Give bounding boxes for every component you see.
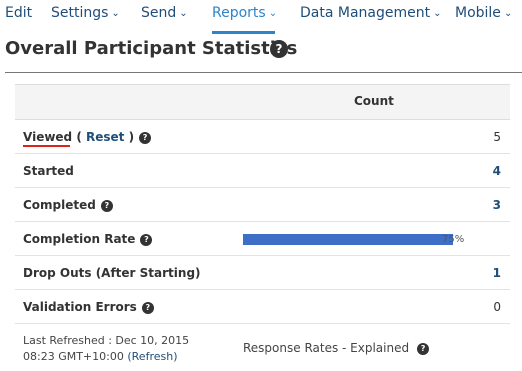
nav-edit-label: Edit — [5, 5, 33, 21]
nav-data-management-label: Data Management — [300, 5, 431, 21]
red-highlight-underline — [23, 145, 70, 147]
stats-footer: Last Refreshed : Dec 10, 2015 08:23 GMT+… — [15, 324, 510, 371]
nav-reports-label: Reports — [212, 5, 266, 21]
started-count-link[interactable]: 4 — [493, 164, 501, 178]
nav-data-management[interactable]: Data Management ⌄ — [300, 5, 442, 21]
completion-rate-bar — [243, 234, 453, 245]
help-icon[interactable]: ? — [140, 234, 153, 246]
nav-send[interactable]: Send ⌄ — [141, 5, 188, 21]
response-rates-explained: Response Rates - Explained? — [243, 341, 430, 356]
last-refreshed-text: Last Refreshed : Dec 10, 2015 08:23 GMT+… — [23, 333, 223, 365]
participant-stats-table: Count Viewed ( Reset )? 5 Started 4 Comp… — [15, 84, 510, 371]
nav-settings-label: Settings — [51, 5, 109, 21]
reset-link[interactable]: Reset — [86, 130, 124, 144]
nav-send-label: Send — [141, 5, 177, 21]
stat-row-started: Started 4 — [15, 154, 510, 188]
help-icon[interactable]: ? — [139, 132, 152, 144]
completed-text: Completed — [23, 198, 96, 212]
help-icon[interactable]: ? — [270, 40, 288, 58]
active-tab-indicator — [212, 31, 275, 34]
stat-row-drop-outs: Drop Outs (After Starting) 1 — [15, 256, 510, 290]
viewed-label: Viewed ( Reset )? — [23, 130, 152, 145]
completed-count-link[interactable]: 3 — [493, 198, 501, 212]
help-icon[interactable]: ? — [141, 302, 154, 314]
stat-row-completion-rate: Completion Rate? 75% — [15, 222, 510, 256]
validation-errors-count: 0 — [493, 300, 501, 314]
reset-paren-close: ) — [124, 130, 135, 144]
completion-rate-text: Completion Rate — [23, 232, 136, 246]
nav-edit[interactable]: Edit — [5, 5, 32, 21]
top-navigation: Edit Settings ⌄ Send ⌄ Reports ⌄ Data Manag… — [0, 0, 522, 34]
completed-label: Completed? — [23, 198, 113, 213]
stat-row-viewed: Viewed ( Reset )? 5 — [15, 120, 510, 154]
nav-mobile[interactable]: Mobile ⌄ — [455, 5, 512, 21]
chevron-down-icon: ⌄ — [111, 8, 120, 19]
count-column-header: Count — [354, 94, 394, 108]
chevron-down-icon: ⌄ — [179, 8, 188, 19]
nav-settings[interactable]: Settings ⌄ — [51, 5, 120, 21]
drop-outs-label: Drop Outs (After Starting) — [23, 266, 201, 280]
table-header: Count — [15, 84, 510, 120]
chevron-down-icon: ⌄ — [268, 8, 278, 19]
reset-paren-open: ( — [72, 130, 86, 144]
validation-errors-text: Validation Errors — [23, 300, 137, 314]
refresh-link[interactable]: (Refresh) — [127, 350, 177, 363]
chevron-down-icon: ⌄ — [503, 8, 513, 19]
help-icon[interactable]: ? — [417, 343, 430, 355]
viewed-count: 5 — [493, 130, 501, 144]
viewed-text: Viewed — [23, 130, 73, 144]
completion-rate-percent: 75% — [442, 234, 465, 245]
completion-rate-label: Completion Rate? — [23, 232, 153, 247]
page-title: Overall Participant Statistics — [5, 38, 298, 59]
validation-errors-label: Validation Errors? — [23, 300, 154, 315]
stat-row-completed: Completed? 3 — [15, 188, 510, 222]
stat-row-validation-errors: Validation Errors? 0 — [15, 290, 510, 324]
nav-mobile-label: Mobile — [455, 5, 501, 21]
started-label: Started — [23, 164, 74, 178]
title-divider — [5, 72, 522, 73]
response-rates-explained-label: Response Rates - Explained — [243, 341, 410, 355]
drop-outs-count-link[interactable]: 1 — [493, 266, 501, 280]
completion-rate-bar-track — [243, 234, 453, 245]
nav-reports[interactable]: Reports ⌄ — [212, 5, 277, 21]
chevron-down-icon: ⌄ — [433, 8, 442, 19]
help-icon[interactable]: ? — [100, 200, 113, 212]
